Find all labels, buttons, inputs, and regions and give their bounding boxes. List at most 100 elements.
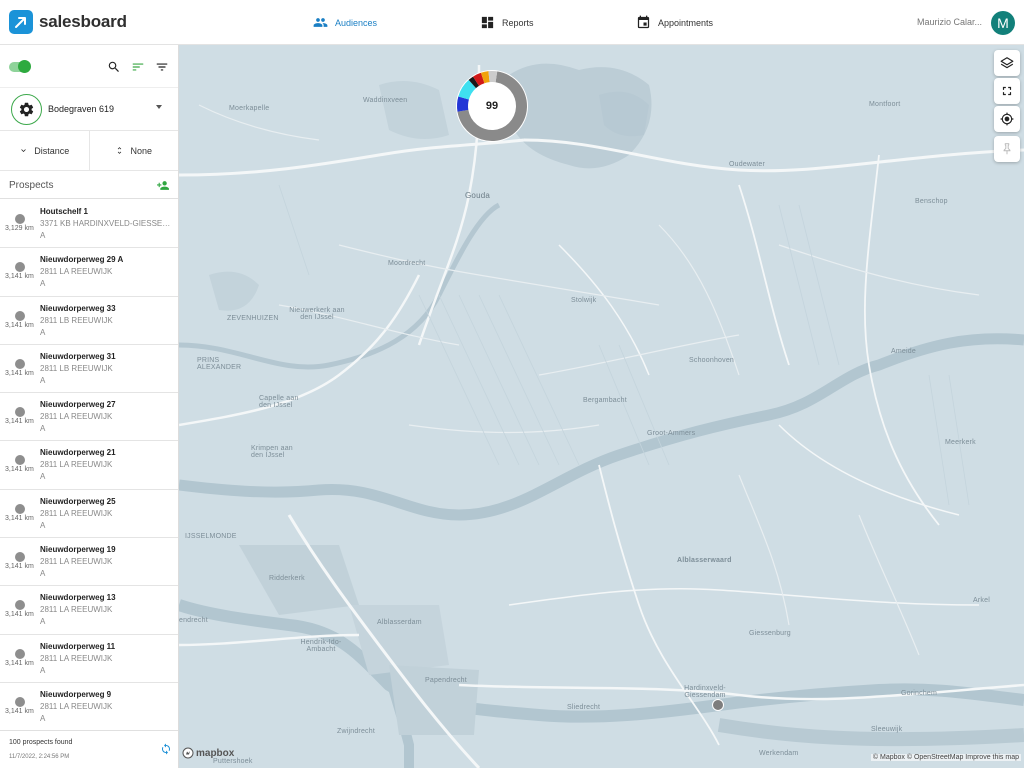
prospect-title: Nieuwdorperweg 11	[40, 641, 116, 651]
fullscreen-icon	[1002, 86, 1012, 96]
place-label: Groot-Ammers	[647, 430, 696, 437]
prospect-distance: 3,141 km	[5, 707, 34, 715]
place-label: endrecht	[179, 617, 208, 624]
list-footer: 100 prospects found 11/7/2022, 2:24:56 P…	[0, 730, 178, 768]
prospect-address: 2811 LA REEUWIJK	[40, 701, 113, 711]
prospect-address: 2811 LA REEUWIJK	[40, 557, 113, 567]
sort-icon[interactable]	[131, 60, 145, 74]
place-label: Oudewater	[729, 161, 766, 168]
prospect-row[interactable]: 3,141 km Nieuwdorperweg 29 A 2811 LA REEUW…	[0, 248, 178, 297]
place-label: Sliedrecht	[567, 704, 601, 711]
sidebar: Bodegraven 619 Distance None Prospects 3…	[0, 45, 179, 768]
prospect-marker[interactable]	[712, 699, 724, 711]
nav-audiences[interactable]: Audiences	[313, 0, 377, 45]
prospect-address: 2811 LA REEUWIJK	[40, 267, 113, 277]
prospect-distance: 3,141 km	[5, 418, 34, 426]
prospects-title: Prospects	[9, 180, 54, 191]
nav-appointments[interactable]: Appointments	[636, 0, 713, 45]
caret-down-icon	[156, 105, 162, 109]
place-label: Meerkerk	[945, 439, 976, 446]
status-dot	[15, 455, 25, 466]
place-label: Hendrik-Ido-Ambacht	[300, 639, 342, 653]
prospect-type: A	[40, 617, 46, 627]
filter-icon[interactable]	[155, 60, 169, 74]
prospect-row[interactable]: 3,141 km Nieuwdorperweg 21 2811 LA REEUWIJ…	[0, 441, 178, 490]
logo[interactable]: salesboard	[9, 10, 127, 34]
locate-button[interactable]	[994, 106, 1020, 132]
chevron-down-icon	[21, 149, 26, 152]
status-dot	[15, 358, 25, 369]
prospect-row[interactable]: 3,141 km Nieuwdorperweg 9 2811 LA REEUWIJK…	[0, 683, 178, 732]
place-label: Hardinxveld-Giessendam	[684, 685, 726, 699]
place-label: Waddinxveen	[363, 97, 408, 104]
dashboard-icon	[481, 16, 494, 29]
sort-distance-label: Distance	[34, 145, 70, 156]
prospect-distance: 3,141 km	[5, 659, 34, 667]
place-label: Gorinchem	[901, 690, 938, 697]
prospect-distance: 3,141 km	[5, 563, 34, 571]
place-label: PRINS ALEXANDER	[197, 357, 242, 371]
fullscreen-button[interactable]	[994, 78, 1020, 104]
place-label: Sleeuwijk	[871, 726, 903, 733]
crosshair-icon	[1000, 112, 1014, 126]
prospect-address: 2811 LA REEUWIJK	[40, 412, 113, 422]
prospect-title: Nieuwdorperweg 29 A	[40, 255, 124, 265]
status-dot	[15, 310, 25, 321]
nav-reports[interactable]: Reports	[480, 0, 534, 45]
gear-icon	[19, 102, 34, 117]
people-icon	[313, 18, 328, 27]
prospect-type: A	[40, 327, 46, 337]
sort-secondary[interactable]: None	[88, 131, 179, 170]
prospect-address: 2811 LA REEUWIJK	[40, 653, 113, 663]
prospect-list: 3,129 km Houtschelf 1 3371 KB HARDINXVELD-…	[0, 200, 178, 732]
prospect-distance: 3,129 km	[5, 225, 34, 232]
prospect-title: Nieuwdorperweg 27	[40, 400, 116, 410]
prospect-title: Nieuwdorperweg 19	[40, 545, 116, 555]
prospect-row[interactable]: 3,141 km Nieuwdorperweg 19 2811 LA REEUWIJ…	[0, 538, 178, 587]
visibility-toggle[interactable]	[9, 60, 31, 73]
prospect-distance: 3,141 km	[5, 369, 34, 377]
prospect-row[interactable]: 3,141 km Nieuwdorperweg 33 2811 LB REEUWIJ…	[0, 297, 178, 345]
pin-button[interactable]	[994, 136, 1020, 162]
prospect-address: 2811 LA REEUWIJK	[40, 508, 113, 518]
place-label: Nieuwerkerk aan den IJssel	[289, 307, 345, 321]
prospect-type: A	[40, 569, 46, 579]
prospect-distance: 3,141 km	[5, 611, 34, 619]
calendar-icon	[637, 15, 650, 29]
add-person-icon[interactable]	[156, 179, 170, 192]
place-label: Montfoort	[869, 101, 901, 108]
mapbox-logo[interactable]: mapbox	[182, 747, 234, 759]
prospect-type: A	[40, 472, 46, 482]
prospect-address: 2811 LB REEUWIJK	[40, 363, 113, 373]
prospect-address: 2811 LB REEUWIJK	[40, 315, 113, 325]
territory-selector[interactable]: Bodegraven 619	[0, 88, 178, 131]
place-label: Krimpen aan den IJssel	[251, 445, 293, 459]
place-label: Ameide	[891, 348, 916, 355]
place-label: Werkendam	[759, 750, 799, 757]
user-name[interactable]: Maurizio Calar...	[917, 17, 982, 27]
toggle-knob	[18, 60, 31, 73]
place-label: Giessenburg	[749, 630, 791, 637]
status-dot	[15, 552, 25, 563]
cluster-count[interactable]: 99	[455, 69, 529, 143]
territory-name: Bodegraven 619	[48, 104, 115, 114]
layers-icon	[1000, 57, 1014, 69]
layers-button[interactable]	[994, 50, 1020, 76]
prospect-row[interactable]: 3,141 km Nieuwdorperweg 27 2811 LA REEUWIJ…	[0, 393, 178, 442]
search-icon[interactable]	[107, 60, 121, 74]
prospect-row[interactable]: 3,141 km Nieuwdorperweg 31 2811 LB REEUWIJ…	[0, 345, 178, 394]
map[interactable]: Waddinxveen Moerkapelle Gouda Oudewater …	[179, 45, 1024, 768]
prospect-row[interactable]: 3,129 km Houtschelf 1 3371 KB HARDINXVELD-…	[0, 200, 178, 249]
place-label: Puttershoek	[213, 758, 253, 765]
avatar[interactable]: M	[991, 11, 1015, 35]
prospect-row[interactable]: 3,141 km Nieuwdorperweg 11 2811 LA REEUWIJ…	[0, 635, 178, 683]
prospect-row[interactable]: 3,141 km Nieuwdorperweg 13 2811 LA REEUWIJ…	[0, 586, 178, 635]
prospect-type: A	[40, 713, 46, 723]
sort-distance[interactable]: Distance	[0, 131, 89, 170]
map-attribution[interactable]: © Mapbox © OpenStreetMap Improve this ma…	[870, 754, 1021, 761]
refresh-icon[interactable]	[160, 743, 172, 755]
prospect-row[interactable]: 3,141 km Nieuwdorperweg 25 2811 LA REEUWIJ…	[0, 490, 178, 539]
nav-reports-label: Reports	[502, 17, 534, 28]
prospect-title: Houtschelf 1	[40, 207, 89, 216]
prospect-title: Nieuwdorperweg 33	[40, 303, 116, 313]
